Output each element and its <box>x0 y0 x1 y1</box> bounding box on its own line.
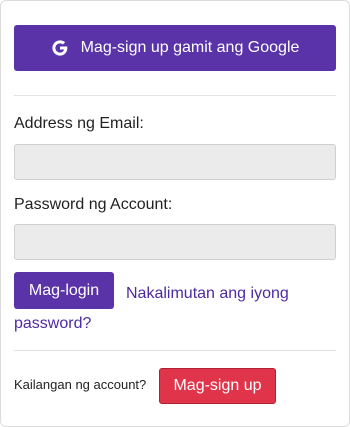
divider <box>14 95 336 96</box>
signup-card: Mag-sign up gamit ang Google Address ng … <box>0 0 350 427</box>
password-field[interactable] <box>14 224 336 260</box>
login-button[interactable]: Mag-login <box>14 272 114 309</box>
password-label: Password ng Account: <box>14 196 173 213</box>
google-signup-label: Mag-sign up gamit ang Google <box>80 39 300 56</box>
email-field[interactable] <box>14 144 336 180</box>
google-signup-button[interactable]: Mag-sign up gamit ang Google <box>14 25 336 71</box>
divider <box>14 350 336 351</box>
email-label: Address ng Email: <box>14 115 144 132</box>
signup-button[interactable]: Mag-sign up <box>159 368 276 404</box>
need-account-text: Kailangan ng account? <box>14 377 147 392</box>
google-icon <box>51 39 69 57</box>
